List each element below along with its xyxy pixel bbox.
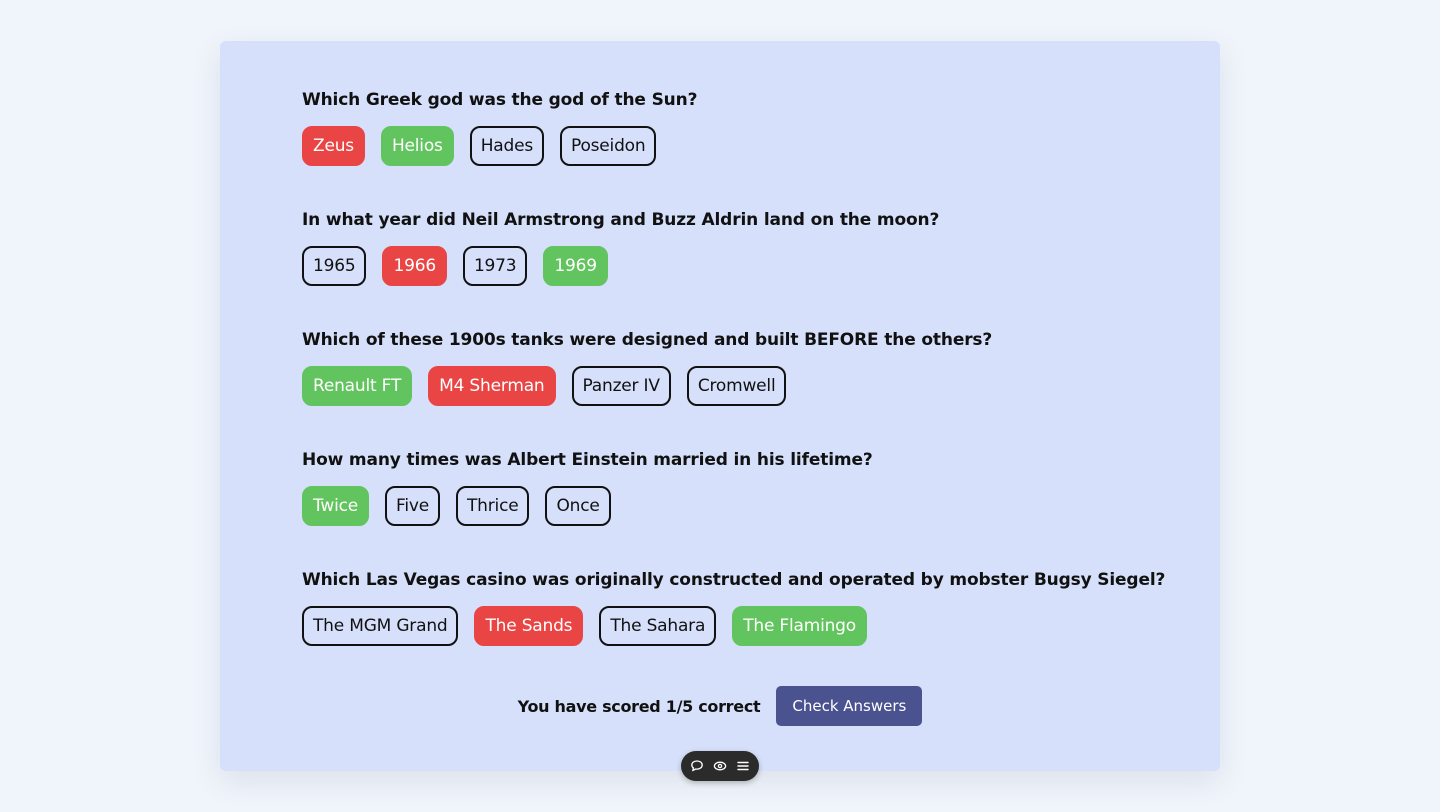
question-text: In what year did Neil Armstrong and Buzz… — [302, 210, 940, 230]
answer-options: Renault FT M4 Sherman Panzer IV Cromwell — [302, 366, 1202, 406]
question-text: Which of these 1900s tanks were designed… — [302, 330, 993, 350]
quiz-card: Which Greek god was the god of the Sun? … — [220, 41, 1220, 771]
question-text: Which Greek god was the god of the Sun? — [302, 90, 698, 110]
answer-button[interactable]: M4 Sherman — [428, 366, 556, 406]
score-text: You have scored 1/5 correct — [517, 696, 761, 716]
question-block: How many times was Albert Einstein marri… — [302, 449, 1202, 569]
question-block: Which Greek god was the god of the Sun? … — [302, 89, 1202, 209]
answer-button[interactable]: Twice — [302, 486, 370, 526]
answer-button[interactable]: The Sahara — [599, 606, 717, 646]
answer-options: Twice Five Thrice Once — [302, 486, 1202, 526]
answer-options: 1965 1966 1973 1969 — [302, 246, 1202, 286]
answer-button[interactable]: 1965 — [302, 246, 367, 286]
answer-button[interactable]: Hades — [469, 126, 544, 166]
answer-button[interactable]: Renault FT — [302, 366, 413, 406]
answer-button[interactable]: Zeus — [302, 126, 365, 166]
answer-button[interactable]: Five — [385, 486, 440, 526]
answer-options: Zeus Helios Hades Poseidon — [302, 126, 1202, 166]
check-answers-button[interactable]: Check Answers — [776, 686, 923, 726]
answer-options: The MGM Grand The Sands The Sahara The F… — [302, 606, 1202, 646]
question-block: Which of these 1900s tanks were designed… — [302, 329, 1202, 449]
answer-button[interactable]: Thrice — [456, 486, 530, 526]
answer-button[interactable]: The MGM Grand — [302, 606, 459, 646]
answer-button[interactable]: 1966 — [382, 246, 447, 286]
floating-toolbar — [681, 751, 759, 781]
answer-button[interactable]: 1969 — [543, 246, 608, 286]
answer-button[interactable]: The Sands — [474, 606, 584, 646]
eye-icon[interactable] — [712, 758, 728, 774]
answer-button[interactable]: The Flamingo — [732, 606, 867, 646]
answer-button[interactable]: Poseidon — [560, 126, 657, 166]
question-text: How many times was Albert Einstein marri… — [302, 450, 873, 470]
answer-button[interactable]: 1973 — [462, 246, 528, 286]
quiz-footer: You have scored 1/5 correct Check Answer… — [220, 686, 1220, 726]
answer-button[interactable]: Cromwell — [686, 366, 787, 406]
answer-button[interactable]: Panzer IV — [571, 366, 671, 406]
answer-button[interactable]: Once — [545, 486, 611, 526]
menu-icon[interactable] — [735, 758, 751, 774]
question-block: In what year did Neil Armstrong and Buzz… — [302, 209, 1202, 329]
question-list: Which Greek god was the god of the Sun? … — [302, 89, 1202, 689]
comment-icon[interactable] — [689, 758, 705, 774]
question-block: Which Las Vegas casino was originally co… — [302, 569, 1202, 689]
answer-button[interactable]: Helios — [380, 126, 454, 166]
question-text: Which Las Vegas casino was originally co… — [302, 570, 1166, 590]
